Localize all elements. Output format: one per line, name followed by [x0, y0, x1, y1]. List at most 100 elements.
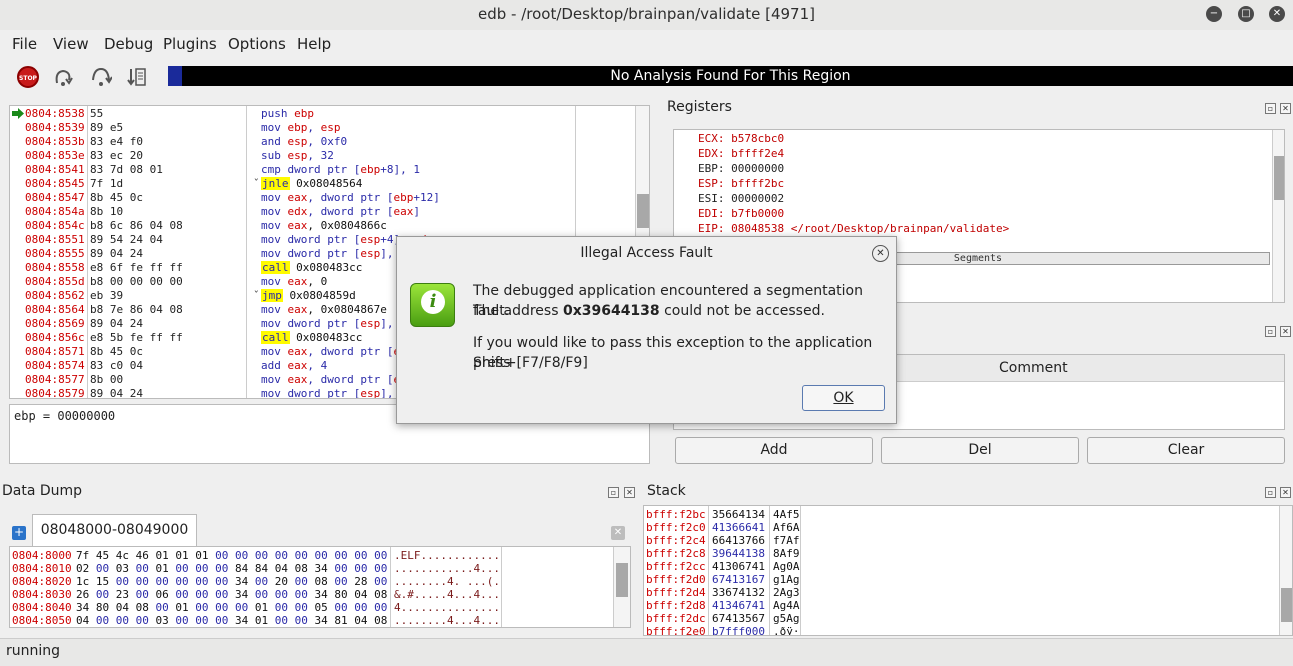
- register-row[interactable]: EDI: b7fb0000: [698, 207, 784, 220]
- menu-help[interactable]: Help: [297, 35, 331, 53]
- menu-file[interactable]: File: [12, 35, 37, 53]
- instruction-text: jnle 0x08048564: [261, 177, 362, 190]
- disassembly-row[interactable]: 0804:854c b8 6c 86 04 08 mov eax, 0x080486…: [10, 219, 635, 233]
- del-button[interactable]: Del: [881, 437, 1079, 464]
- data-dump-view[interactable]: 0804:8000 7f 45 4c 46 01 01 01 00 00 00 0…: [9, 546, 631, 628]
- menu-debug[interactable]: Debug: [104, 35, 153, 53]
- hex-byte: 28: [354, 575, 368, 588]
- dump-tab[interactable]: 08048000-08049000: [32, 514, 197, 546]
- register-row[interactable]: EIP: 08048538 </root/Desktop/brainpan/va…: [698, 222, 1009, 235]
- bookmarks-float-icon[interactable]: ▫: [1265, 326, 1276, 337]
- mnemonic: mov: [261, 205, 281, 218]
- window-title: edb - /root/Desktop/brainpan/validate [4…: [477, 5, 816, 23]
- stack-close-icon[interactable]: ✕: [1280, 487, 1291, 498]
- hex-byte: 00: [354, 549, 368, 562]
- step-over-icon[interactable]: [90, 66, 112, 88]
- instruction-text: mov eax, 0: [261, 275, 327, 288]
- stack-scrollbar[interactable]: [1279, 506, 1292, 635]
- step-out-icon[interactable]: [125, 66, 147, 88]
- register-operand: eax: [393, 205, 414, 218]
- registers-float-icon[interactable]: ▫: [1265, 103, 1276, 114]
- hex-byte: 04: [354, 588, 368, 601]
- operand-text: 0x080483cc: [296, 331, 363, 344]
- data-dump-scrollbar[interactable]: [613, 547, 630, 627]
- menu-plugins[interactable]: Plugins: [163, 35, 217, 53]
- add-button[interactable]: Add: [675, 437, 873, 464]
- hex-byte: 00: [175, 575, 189, 588]
- analysis-text: No Analysis Found For This Region: [610, 68, 851, 84]
- operand-text: , 32: [307, 149, 334, 162]
- register-row[interactable]: ECX: b578cbc0: [698, 132, 784, 145]
- operand-text: dword ptr [: [287, 233, 361, 246]
- stack-value: 39644138: [712, 547, 765, 560]
- data-dump-scroll-thumb[interactable]: [616, 563, 628, 597]
- stop-icon[interactable]: STOP: [17, 66, 39, 88]
- operand-text: , 0: [307, 275, 328, 288]
- instruction-address: 0804:8579: [25, 387, 85, 399]
- stack-value: 35664134: [712, 508, 765, 521]
- data-dump-float-icon[interactable]: ▫: [608, 487, 619, 498]
- instruction-address: 0804:854c: [25, 219, 85, 232]
- stack-scroll-thumb[interactable]: [1281, 588, 1292, 622]
- close-tab-icon[interactable]: ✕: [611, 526, 625, 540]
- register-operand: ebp: [393, 191, 414, 204]
- add-tab-icon[interactable]: +: [12, 526, 26, 540]
- register-operand: esp: [287, 149, 308, 162]
- stack-value: 67413167: [712, 573, 765, 586]
- menu-bar: File View Debug Plugins Options Help: [0, 30, 1293, 58]
- stack-view[interactable]: bfff:f2bc 35664134 4Af5 bfff:f2c0 41366641 Af…: [643, 505, 1293, 636]
- minimize-icon[interactable]: −: [1206, 6, 1222, 22]
- disassembly-row[interactable]: 0804:8547 8b 45 0c mov eax, dword ptr [ebp…: [10, 191, 635, 205]
- disassembly-row[interactable]: 0804:8538 55 push ebp: [10, 107, 635, 121]
- operand-text: , dword ptr [: [307, 205, 394, 218]
- registers-scrollbar[interactable]: [1272, 130, 1284, 302]
- operand-text: , dword ptr [: [307, 191, 394, 204]
- registers-scroll-thumb[interactable]: [1274, 156, 1284, 200]
- disassembly-row[interactable]: 0804:8545 7f 1d ˇ jnle 0x08048564: [10, 177, 635, 191]
- instruction-address: 0804:8551: [25, 233, 85, 246]
- dialog-close-icon[interactable]: ✕: [872, 245, 889, 262]
- operand-text: ]: [413, 205, 420, 218]
- register-row[interactable]: EBP: 00000000: [698, 162, 784, 175]
- disassembly-scroll-thumb[interactable]: [637, 194, 649, 228]
- register-row[interactable]: ESP: bffff2bc: [698, 177, 784, 190]
- register-row[interactable]: ESI: 00000002: [698, 192, 784, 205]
- stack-float-icon[interactable]: ▫: [1265, 487, 1276, 498]
- dump-address: 0804:8000: [12, 549, 72, 562]
- disassembly-row[interactable]: 0804:8541 83 7d 08 01 cmp dword ptr [ebp+8…: [10, 163, 635, 177]
- hex-byte: 01: [155, 549, 169, 562]
- hex-byte: 00: [155, 601, 169, 614]
- hex-byte: 00: [294, 575, 308, 588]
- register-operand: eax: [287, 345, 308, 358]
- disassembly-row[interactable]: 0804:853b 83 e4 f0 and esp, 0xf0: [10, 135, 635, 149]
- instruction-bytes: 8b 00: [90, 373, 124, 386]
- instruction-text: call 0x080483cc: [261, 331, 362, 344]
- mnemonic: mov: [261, 121, 281, 134]
- registers-close-icon[interactable]: ✕: [1280, 103, 1291, 114]
- maximize-icon[interactable]: □: [1238, 6, 1254, 22]
- operand-text: , dword ptr [: [307, 373, 394, 386]
- disassembly-row[interactable]: 0804:8539 89 e5 mov ebp, esp: [10, 121, 635, 135]
- disassembly-row[interactable]: 0804:854a 8b 10 mov edx, dword ptr [eax]: [10, 205, 635, 219]
- instruction-bytes: e8 6f fe ff ff: [90, 261, 183, 274]
- jump-marker: ˇ: [253, 289, 260, 302]
- dump-ascii: .ELF............: [394, 549, 500, 562]
- instruction-bytes: 89 e5: [90, 121, 124, 134]
- hex-byte: 00: [195, 588, 209, 601]
- close-icon[interactable]: ✕: [1269, 6, 1285, 22]
- dialog-message-line2: The address 0x39644138 could not be acce…: [473, 301, 825, 321]
- instruction-bytes: 89 04 24: [90, 317, 143, 330]
- bookmarks-close-icon[interactable]: ✕: [1280, 326, 1291, 337]
- instruction-address: 0804:8577: [25, 373, 85, 386]
- ok-button[interactable]: OK: [802, 385, 885, 411]
- step-into-icon[interactable]: [52, 66, 74, 88]
- data-dump-close-icon[interactable]: ✕: [624, 487, 635, 498]
- clear-button[interactable]: Clear: [1087, 437, 1285, 464]
- menu-options[interactable]: Options: [228, 35, 286, 53]
- menu-view[interactable]: View: [53, 35, 89, 53]
- operand-text: dword ptr [: [287, 317, 361, 330]
- hex-byte: 00: [294, 588, 308, 601]
- hex-byte: 00: [274, 549, 288, 562]
- disassembly-row[interactable]: 0804:853e 83 ec 20 sub esp, 32: [10, 149, 635, 163]
- register-row[interactable]: EDX: bffff2e4: [698, 147, 784, 160]
